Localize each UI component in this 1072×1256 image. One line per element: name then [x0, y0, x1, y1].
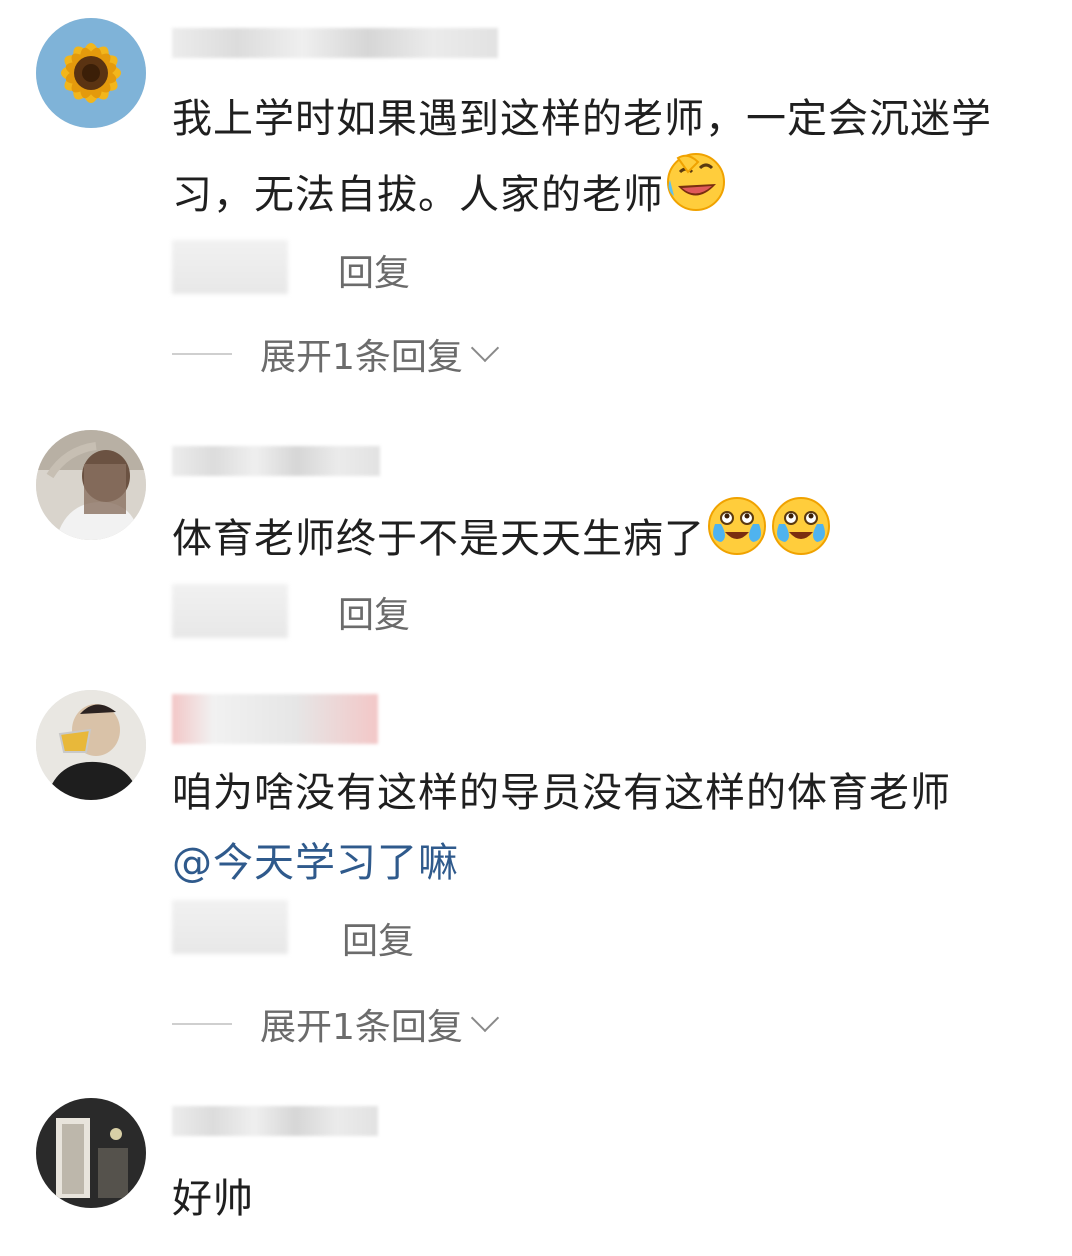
laugh-crying-face-icon: [769, 494, 833, 580]
dark-room-avatar-image: [36, 1098, 146, 1208]
avatar[interactable]: [36, 430, 146, 540]
reply-button[interactable]: 回复: [342, 912, 414, 964]
timestamp-blurred: [172, 900, 288, 954]
comment-text: 我上学时如果遇到这样的老师，一定会沉迷学习，无法自拔。人家的老师: [172, 84, 1042, 240]
expand-replies-button[interactable]: 展开1条回复: [172, 998, 500, 1050]
username-blurred[interactable]: [172, 446, 380, 476]
expand-replies-button[interactable]: 展开1条回复: [172, 328, 500, 380]
sunflower-avatar-image: [36, 18, 146, 128]
expand-replies-label: 展开1条回复: [260, 1007, 463, 1048]
comment-text: 好帅: [172, 1164, 1042, 1234]
comment-body: 好帅: [172, 1176, 254, 1222]
comment-text: 体育老师终于不是天天生病了: [172, 497, 1042, 584]
comment-body: 体育老师终于不是天天生病了: [172, 516, 705, 562]
comment-body: 我上学时如果遇到这样的老师，一定会沉迷学习，无法自拔。人家的老师: [172, 96, 992, 218]
chevron-down-icon: [470, 333, 500, 363]
expand-replies-label: 展开1条回复: [260, 337, 463, 378]
username-blurred[interactable]: [172, 694, 378, 744]
mention-link[interactable]: @今天学习了嘛: [172, 840, 459, 886]
timestamp-blurred: [172, 584, 288, 638]
laugh-crying-face-icon: [705, 494, 769, 580]
rofl-face-icon: [664, 150, 728, 236]
avatar[interactable]: [36, 690, 146, 800]
avatar[interactable]: [36, 1098, 146, 1208]
comment-text: 咱为啥没有这样的导员没有这样的体育老师 @今天学习了嘛: [172, 758, 1042, 898]
chevron-down-icon: [470, 1003, 500, 1033]
reply-button[interactable]: 回复: [338, 586, 410, 638]
username-blurred[interactable]: [172, 28, 498, 58]
avatar[interactable]: [36, 18, 146, 128]
timestamp-blurred: [172, 240, 288, 294]
person-drinking-avatar-image: [36, 690, 146, 800]
comment-body: 咱为啥没有这样的导员没有这样的体育老师: [172, 770, 951, 816]
person-avatar-image: [36, 430, 146, 540]
divider-line: [172, 353, 232, 355]
username-blurred[interactable]: [172, 1106, 378, 1136]
reply-button[interactable]: 回复: [338, 244, 410, 296]
divider-line: [172, 1023, 232, 1025]
